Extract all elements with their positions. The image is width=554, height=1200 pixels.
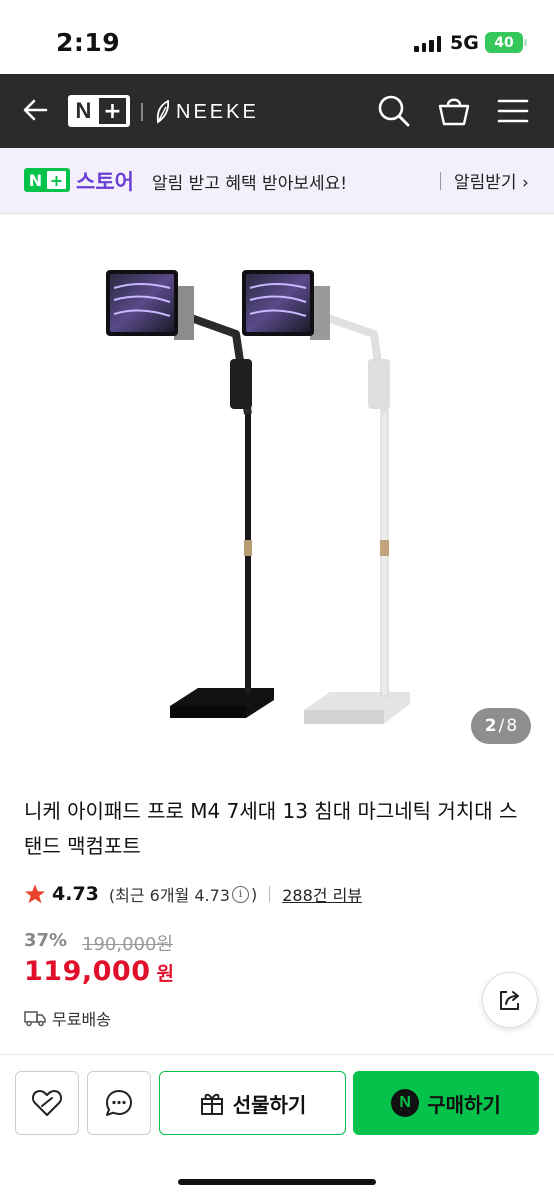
rating-divider — [269, 886, 271, 902]
store-label: 스토어 — [76, 170, 134, 194]
promo-text: 알림 받고 혜택 받아보세요! — [152, 174, 348, 194]
info-icon[interactable]: i — [232, 885, 249, 903]
header-divider — [141, 103, 143, 121]
recent-rating: (최근 6개월 4.73 i ) — [109, 882, 257, 906]
price-unit: 원 — [156, 963, 174, 985]
gift-icon — [200, 1093, 223, 1115]
search-icon — [378, 95, 410, 127]
app-header: N + NEEKE — [0, 74, 554, 148]
battery-icon: 40 — [485, 32, 527, 53]
badge-n: N — [28, 170, 43, 190]
truck-icon — [24, 1011, 46, 1027]
rating-value: 4.73 — [52, 883, 99, 905]
gift-label: 선물하기 — [232, 1092, 307, 1117]
promo-divider — [440, 172, 441, 190]
product-image[interactable] — [0, 214, 554, 762]
heart-icon — [31, 1090, 63, 1116]
product-title: 니케 아이패드 프로 M4 7세대 13 침대 마그네틱 거치대 스탠드 맥컴포… — [24, 799, 518, 858]
notify-button[interactable]: 알림받기 › — [454, 168, 529, 193]
gift-button[interactable]: 선물하기 — [159, 1071, 346, 1135]
image-counter: 2 / 8 — [471, 708, 531, 744]
notification-banner: N + 스토어 알림 받고 혜택 받아보세요! 알림받기 › — [0, 148, 554, 214]
back-button[interactable] — [20, 94, 52, 126]
product-photo — [106, 270, 410, 724]
original-price: 190,000원 — [82, 934, 173, 955]
logo-n: N — [75, 98, 92, 123]
bottom-action-bar: 선물하기 N 구매하기 — [0, 1054, 554, 1200]
rating-row: 4.73 (최근 6개월 4.73 i ) 288건 리뷰 — [24, 880, 362, 908]
home-indicator — [178, 1179, 376, 1185]
review-count-link[interactable]: 288건 리뷰 — [282, 882, 362, 906]
chat-icon — [106, 1090, 132, 1116]
search-button[interactable] — [376, 93, 412, 129]
talktalk-button[interactable] — [87, 1071, 151, 1135]
shipping-info: 무료배송 — [24, 1006, 111, 1030]
wishlist-button[interactable] — [15, 1071, 79, 1135]
naver-plus-badge: N + — [24, 168, 70, 192]
shipping-text: 무료배송 — [52, 1010, 111, 1029]
network-label: 5G — [450, 32, 479, 54]
menu-icon — [497, 99, 529, 123]
share-button[interactable] — [482, 972, 538, 1028]
share-icon — [500, 991, 519, 1010]
recent-rating-text: (최근 6개월 4.73 — [108, 886, 230, 905]
brand-name: NEEKE — [176, 100, 259, 123]
buy-label: 구매하기 — [427, 1092, 501, 1117]
brand-logo[interactable]: NEEKE — [155, 98, 259, 126]
black-stand — [106, 270, 274, 718]
back-arrow-icon — [23, 99, 48, 121]
buy-button[interactable]: N 구매하기 — [353, 1071, 539, 1135]
signal-icon — [414, 36, 441, 52]
battery-level: 40 — [494, 34, 514, 51]
menu-button[interactable] — [495, 93, 531, 129]
image-separator: / — [498, 716, 505, 736]
recent-rating-close: ) — [251, 884, 258, 904]
logo-plus: + — [99, 98, 126, 124]
status-time: 2:19 — [56, 28, 121, 57]
discount-rate: 37% — [24, 930, 68, 951]
naver-plus-logo[interactable]: N + — [68, 95, 130, 127]
price-value: 119,000 — [24, 956, 151, 987]
status-bar: 2:19 5G 40 — [0, 0, 554, 74]
image-total: 8 — [506, 716, 518, 736]
cart-button[interactable] — [436, 93, 472, 129]
badge-plus: + — [47, 171, 66, 190]
npay-icon: N — [391, 1089, 420, 1117]
shopping-bag-icon — [438, 98, 470, 126]
star-icon — [24, 884, 46, 904]
leaf-icon — [156, 100, 170, 124]
sale-price: 119,000 원 — [24, 956, 174, 992]
white-stand — [242, 270, 410, 724]
image-current: 2 — [484, 716, 497, 736]
